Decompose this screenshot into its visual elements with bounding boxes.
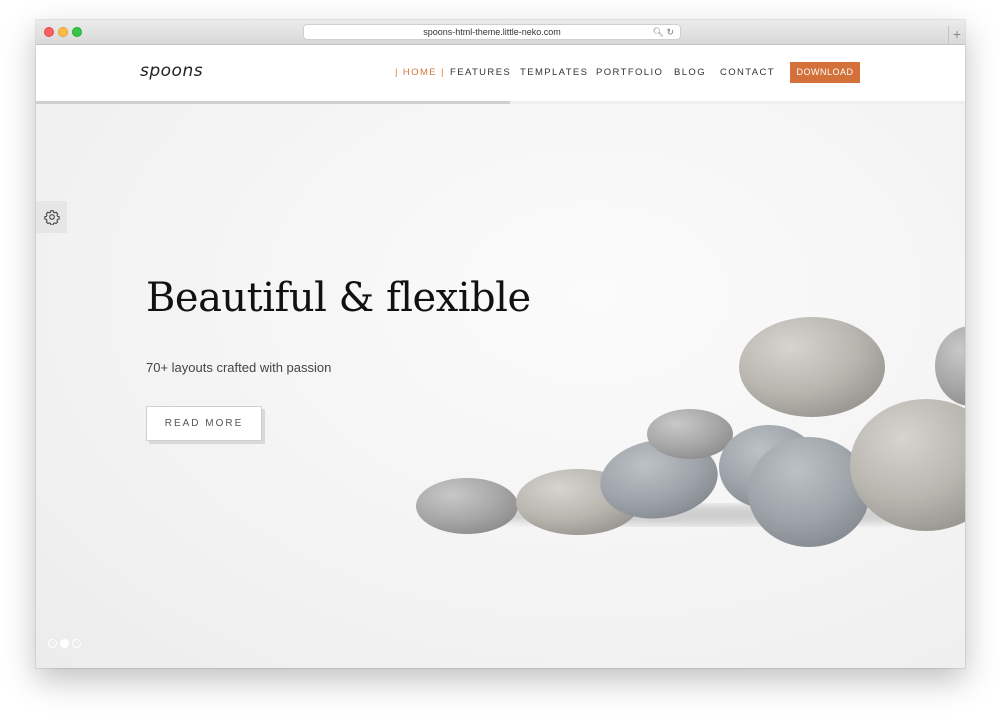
close-window-button[interactable] [44, 27, 54, 37]
stones-image [416, 317, 965, 547]
minimize-window-button[interactable] [58, 27, 68, 37]
new-tab-button[interactable]: + [948, 26, 965, 44]
lock-icon: 🔍︎ [652, 27, 664, 37]
scroll-progress-bar [36, 101, 965, 104]
download-button[interactable]: DOWNLOAD [790, 62, 860, 83]
nav-home[interactable]: | HOME | [395, 67, 445, 78]
url-text: spoons-html-theme.little-neko.com [423, 27, 561, 37]
nav-templates[interactable]: TEMPLATES [520, 67, 588, 78]
hero-title: Beautiful & flexible [146, 275, 531, 321]
zoom-window-button[interactable] [72, 27, 82, 37]
site-header: spoons | HOME | FEATURES TEMPLATES PORTF… [36, 45, 965, 102]
reload-icon[interactable]: ↻ [666, 27, 674, 37]
settings-toggle[interactable] [36, 201, 67, 233]
nav-contact[interactable]: CONTACT [720, 67, 775, 78]
slider-dot[interactable] [48, 639, 57, 648]
address-bar[interactable]: spoons-html-theme.little-neko.com 🔍︎ ↻ [303, 24, 681, 40]
nav-portfolio[interactable]: PORTFOLIO [596, 67, 663, 78]
nav-blog[interactable]: BLOG [674, 67, 706, 78]
stone [739, 317, 885, 417]
read-more-button[interactable]: READ MORE [146, 406, 262, 441]
slider-pagination [48, 639, 81, 648]
stone [416, 478, 518, 534]
page: spoons | HOME | FEATURES TEMPLATES PORTF… [36, 45, 965, 668]
scroll-progress-fill [36, 101, 510, 104]
stone [647, 409, 733, 459]
slider-dot[interactable] [72, 639, 81, 648]
gear-icon [43, 210, 60, 225]
site-logo[interactable]: spoons [140, 61, 203, 81]
browser-window: spoons-html-theme.little-neko.com 🔍︎ ↻ + [36, 20, 965, 668]
stone [935, 326, 965, 406]
browser-titlebar: spoons-html-theme.little-neko.com 🔍︎ ↻ + [36, 20, 965, 45]
nav-features[interactable]: FEATURES [450, 67, 511, 78]
slider-dot[interactable] [60, 639, 69, 648]
hero-subtitle: 70+ layouts crafted with passion [146, 360, 332, 375]
